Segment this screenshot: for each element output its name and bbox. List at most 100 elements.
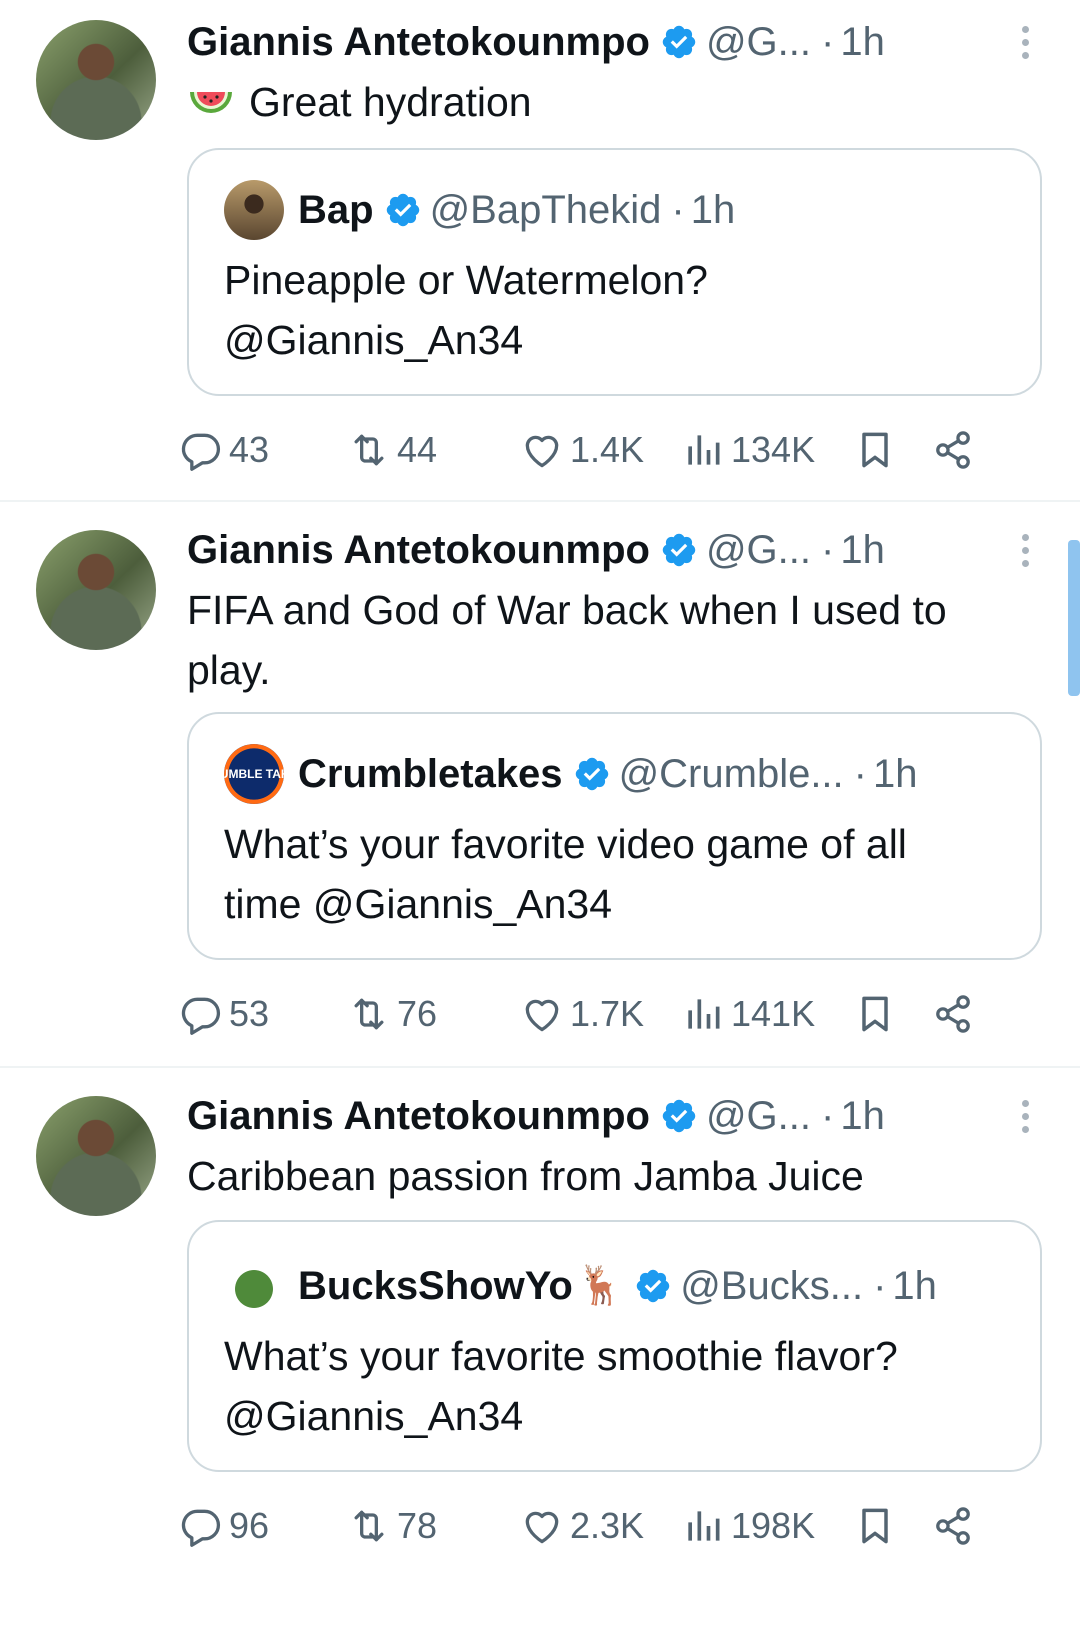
view-count: 141K xyxy=(731,993,816,1034)
quoted-author-name: Crumbletakes xyxy=(298,751,563,796)
quoted-author-name: BucksShowYo xyxy=(298,1263,573,1308)
like-button[interactable]: 2.3K xyxy=(520,1501,644,1551)
mention-link[interactable]: @Giannis_An34 xyxy=(224,1386,1000,1446)
tweet-header: Giannis Antetokounmpo @G... · 1h xyxy=(187,526,1040,574)
bookmark-button[interactable] xyxy=(853,425,897,475)
tweet-text-content: Great hydration xyxy=(249,79,532,125)
repost-count: 78 xyxy=(397,1505,438,1546)
tweet-text-line: FIFA and God of War back when I used to xyxy=(187,587,947,633)
quoted-author-name: Bap xyxy=(298,187,374,232)
avatar[interactable] xyxy=(36,530,156,650)
like-button[interactable]: 1.4K xyxy=(520,425,644,475)
share-button[interactable] xyxy=(931,989,975,1039)
author-handle[interactable]: @G... xyxy=(706,1094,811,1139)
quoted-timestamp: 1h xyxy=(892,1263,937,1308)
avatar[interactable] xyxy=(36,20,156,140)
verified-icon xyxy=(384,191,422,229)
tweet[interactable]: Giannis Antetokounmpo @G... · 1h Great h… xyxy=(0,0,1080,500)
reply-count: 43 xyxy=(229,429,270,470)
separator-dot: · xyxy=(821,19,835,64)
quoted-tweet-text: What’s your favorite smoothie flavor? @G… xyxy=(224,1326,1000,1446)
repost-button[interactable]: 78 xyxy=(347,1501,437,1551)
repost-button[interactable]: 76 xyxy=(347,989,437,1039)
like-button[interactable]: 1.7K xyxy=(520,989,644,1039)
repost-button[interactable]: 44 xyxy=(347,425,437,475)
tweet-header: Giannis Antetokounmpo @G... · 1h xyxy=(187,1092,1040,1140)
reply-button[interactable]: 96 xyxy=(179,1501,269,1551)
quoted-avatar: CRUMBLE TAKES xyxy=(224,744,284,804)
heart-icon xyxy=(520,428,564,472)
bookmark-icon xyxy=(853,1504,897,1548)
quoted-tweet-header: CRUMBLE TAKES Crumbletakes @Crumble... ·… xyxy=(224,744,1010,804)
tweet-actions: 96 78 2.3K 198K xyxy=(187,1501,1047,1551)
separator-dot: · xyxy=(821,527,835,572)
share-icon xyxy=(931,1504,975,1548)
views-icon xyxy=(681,428,725,472)
quoted-author-handle: @Crumble... xyxy=(618,751,844,796)
quoted-timestamp: 1h xyxy=(690,187,736,232)
tweet[interactable]: Giannis Antetokounmpo @G... · 1h Caribbe… xyxy=(0,1068,1080,1644)
timestamp[interactable]: 1h xyxy=(840,528,885,573)
quoted-author-handle: @BapThekid xyxy=(429,187,662,232)
quoted-timestamp: 1h xyxy=(873,751,918,796)
share-button[interactable] xyxy=(931,1501,975,1551)
watermelon-emoji-icon xyxy=(190,92,232,113)
tweet-actions: 43 44 1.4K 134K xyxy=(187,425,1047,475)
repost-icon xyxy=(347,1504,391,1548)
views-button[interactable]: 134K xyxy=(681,425,815,475)
tweet-text: Caribbean passion from Jamba Juice xyxy=(187,1146,1010,1206)
heart-icon xyxy=(520,1504,564,1548)
heart-icon xyxy=(520,992,564,1036)
views-button[interactable]: 141K xyxy=(681,989,815,1039)
more-options-icon[interactable] xyxy=(1010,25,1040,59)
quoted-tweet[interactable]: CRUMBLE TAKES Crumbletakes @Crumble... ·… xyxy=(187,712,1042,960)
verified-icon xyxy=(660,531,698,569)
separator-dot: · xyxy=(671,187,685,232)
reply-count: 53 xyxy=(229,993,270,1034)
reply-count: 96 xyxy=(229,1505,270,1546)
repost-icon xyxy=(347,428,391,472)
author-name[interactable]: Giannis Antetokounmpo xyxy=(187,528,650,573)
verified-icon xyxy=(660,1097,698,1135)
quoted-text-line: What’s your favorite smoothie flavor? xyxy=(224,1333,898,1379)
quoted-text-line: Pineapple or Watermelon? xyxy=(224,257,708,303)
author-name[interactable]: Giannis Antetokounmpo xyxy=(187,20,650,65)
timestamp[interactable]: 1h xyxy=(840,20,885,65)
share-icon xyxy=(931,428,975,472)
verified-icon xyxy=(660,23,698,61)
reply-button[interactable]: 53 xyxy=(179,989,269,1039)
author-handle[interactable]: @G... xyxy=(706,20,811,65)
more-options-icon[interactable] xyxy=(1010,1099,1040,1133)
views-icon xyxy=(681,1504,725,1548)
view-count: 198K xyxy=(731,1505,816,1546)
bookmark-button[interactable] xyxy=(853,989,897,1039)
tweet-text-line: play. xyxy=(187,647,271,693)
like-count: 1.4K xyxy=(570,429,645,470)
quoted-avatar-text: CRUMBLE TAKES xyxy=(224,767,284,781)
mention-link[interactable]: @Giannis_An34 xyxy=(224,310,1000,370)
author-handle[interactable]: @G... xyxy=(706,528,811,573)
scrollbar[interactable] xyxy=(1068,540,1080,696)
more-options-icon[interactable] xyxy=(1010,533,1040,567)
quoted-tweet[interactable]: BucksShowYo 🦌 @Bucks... · 1h What’s your… xyxy=(187,1220,1042,1472)
views-button[interactable]: 198K xyxy=(681,1501,815,1551)
reply-button[interactable]: 43 xyxy=(179,425,269,475)
bookmark-button[interactable] xyxy=(853,1501,897,1551)
tweet-text: Great hydration xyxy=(187,72,1010,132)
quoted-avatar xyxy=(224,180,284,240)
reply-icon xyxy=(179,428,223,472)
tweet[interactable]: Giannis Antetokounmpo @G... · 1h FIFA an… xyxy=(0,502,1080,1066)
author-name[interactable]: Giannis Antetokounmpo xyxy=(187,1094,650,1139)
quoted-tweet[interactable]: Bap @BapThekid · 1h Pineapple or Waterme… xyxy=(187,148,1042,396)
avatar[interactable] xyxy=(36,1096,156,1216)
share-icon xyxy=(931,992,975,1036)
quoted-tweet-text: Pineapple or Watermelon? @Giannis_An34 xyxy=(224,250,1000,370)
reply-icon xyxy=(179,1504,223,1548)
view-count: 134K xyxy=(731,429,816,470)
quoted-tweet-header: Bap @BapThekid · 1h xyxy=(224,180,1010,240)
separator-dot: · xyxy=(853,751,867,796)
separator-dot: · xyxy=(821,1093,835,1138)
timestamp[interactable]: 1h xyxy=(840,1094,885,1139)
share-button[interactable] xyxy=(931,425,975,475)
quoted-tweet-header: BucksShowYo 🦌 @Bucks... · 1h xyxy=(224,1256,1010,1316)
